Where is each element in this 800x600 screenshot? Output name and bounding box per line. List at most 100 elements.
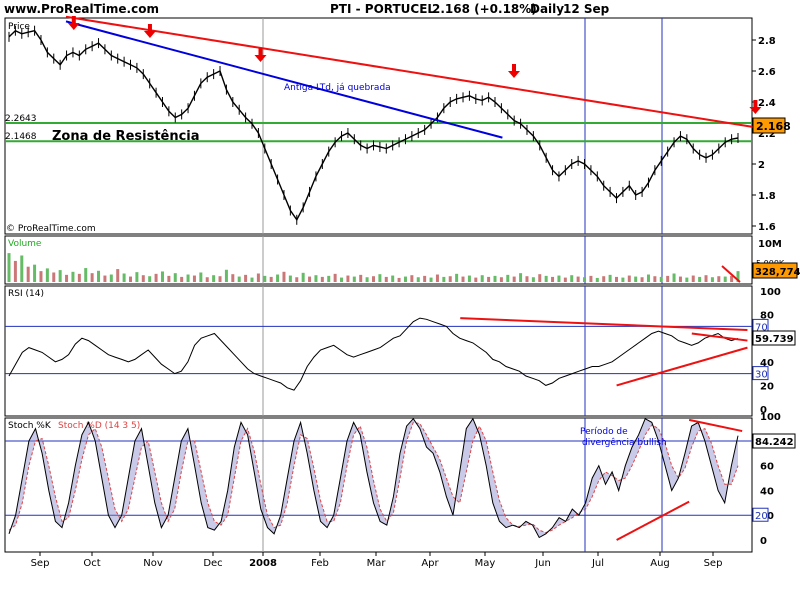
rsi-tick-label: 100 — [760, 287, 781, 298]
volume-bar — [288, 275, 292, 282]
volume-bar — [199, 272, 203, 282]
stoch-d-title: Stoch %D (14 3 5) — [58, 421, 140, 431]
volume-bar — [340, 277, 344, 282]
volume-bar — [646, 274, 650, 282]
volume-bar — [116, 269, 120, 282]
x-tick-label: 2008 — [249, 558, 277, 569]
volume-bar — [97, 270, 101, 282]
volume-bar — [608, 274, 612, 282]
volume-bar — [154, 273, 158, 282]
volume-bar — [659, 276, 663, 282]
volume-bar — [33, 264, 37, 282]
volume-bar — [103, 275, 107, 282]
volume-bar — [544, 275, 548, 282]
stock-chart: Price© ProRealTime.com2.82.62.42.221.81.… — [4, 15, 800, 569]
price-tick-label: 2.8 — [758, 36, 776, 47]
price-tick-label: 2.6 — [758, 67, 776, 78]
volume-bar — [327, 275, 331, 282]
volume-bar — [346, 275, 350, 282]
price-tick-label: 1.6 — [758, 222, 776, 233]
volume-bar — [519, 273, 523, 282]
volume-bar — [621, 277, 625, 282]
volume-bar — [583, 277, 587, 282]
volume-bar — [691, 275, 695, 282]
x-tick-label: Jul — [591, 558, 604, 569]
volume-bar — [365, 277, 369, 282]
blue-trendline-label: Antiga LTd, já quebrada — [284, 83, 391, 93]
volume-bar — [467, 275, 471, 282]
price-panel-title: Price — [8, 22, 30, 32]
volume-bar — [141, 275, 145, 282]
volume-bar — [295, 277, 299, 282]
volume-bar — [717, 276, 721, 282]
price-tick-label: 1.8 — [758, 191, 776, 202]
volume-bar — [653, 276, 657, 282]
stoch-tick-label: 40 — [760, 486, 774, 497]
volume-bar — [384, 276, 388, 282]
x-tick-label: Aug — [650, 558, 670, 569]
volume-bar — [301, 272, 305, 282]
volume-bar — [45, 268, 49, 282]
volume-bar — [570, 275, 574, 282]
stoch-tick-label: 60 — [760, 462, 774, 473]
volume-bar — [723, 276, 727, 282]
volume-bar — [563, 277, 567, 282]
volume-bar — [148, 276, 152, 282]
volume-bar — [448, 276, 452, 282]
volume-bar — [224, 269, 228, 282]
x-tick-label: Nov — [143, 558, 163, 569]
volume-bar — [308, 276, 312, 282]
volume-bar — [627, 275, 631, 282]
volume-bar — [212, 275, 216, 282]
volume-bar — [403, 276, 407, 282]
volume-bar — [634, 276, 638, 282]
volume-bar — [180, 276, 184, 282]
volume-bar — [710, 277, 714, 282]
x-tick-label: Jun — [534, 558, 551, 569]
volume-bar — [192, 275, 196, 282]
volume-bar — [506, 274, 510, 282]
stoch-tick-label: 100 — [760, 412, 781, 423]
stoch-k-title: Stoch %K — [8, 421, 52, 431]
volume-bar — [231, 274, 235, 282]
volume-bar — [122, 273, 126, 282]
panel-frame-price — [4, 17, 753, 235]
panel-frame-rsi — [4, 285, 753, 417]
volume-bar — [480, 275, 484, 282]
volume-bar — [429, 277, 433, 282]
x-tick-label: Sep — [31, 558, 50, 569]
volume-bar — [410, 275, 414, 282]
x-tick-label: Apr — [421, 558, 439, 569]
volume-bar — [442, 276, 446, 282]
volume-bar — [589, 275, 593, 282]
volume-bar — [538, 274, 542, 282]
volume-bar — [704, 275, 708, 282]
volume-bar — [167, 275, 171, 282]
volume-bar — [352, 276, 356, 282]
volume-bar — [90, 273, 94, 282]
volume-bar — [461, 276, 465, 282]
volume-bar — [269, 276, 273, 282]
stoch-level-label: 20 — [755, 511, 768, 522]
volume-bar — [487, 276, 491, 282]
price-last-value: 2.168 — [756, 120, 791, 133]
volume-bar — [173, 273, 177, 282]
volume-bar — [186, 274, 190, 282]
volume-bar — [423, 275, 427, 282]
volume-bar — [512, 276, 516, 282]
stoch-tick-label: 0 — [760, 536, 767, 547]
volume-bar — [109, 274, 113, 282]
watermark-text: © ProRealTime.com — [6, 224, 96, 234]
volume-bar — [244, 274, 248, 282]
volume-bar — [250, 277, 254, 282]
volume-bar — [71, 271, 75, 282]
volume-bar — [218, 276, 222, 282]
volume-last-value: 328,774 — [755, 267, 800, 278]
resistance-upper-label: 2.2643 — [5, 114, 37, 124]
resistance-zone-label: Zona de Resistência — [52, 129, 200, 144]
rsi-level-label: 30 — [755, 370, 768, 381]
volume-bar — [282, 271, 286, 282]
volume-bar — [26, 266, 30, 282]
volume-bar — [84, 268, 88, 282]
volume-bar — [685, 277, 689, 282]
